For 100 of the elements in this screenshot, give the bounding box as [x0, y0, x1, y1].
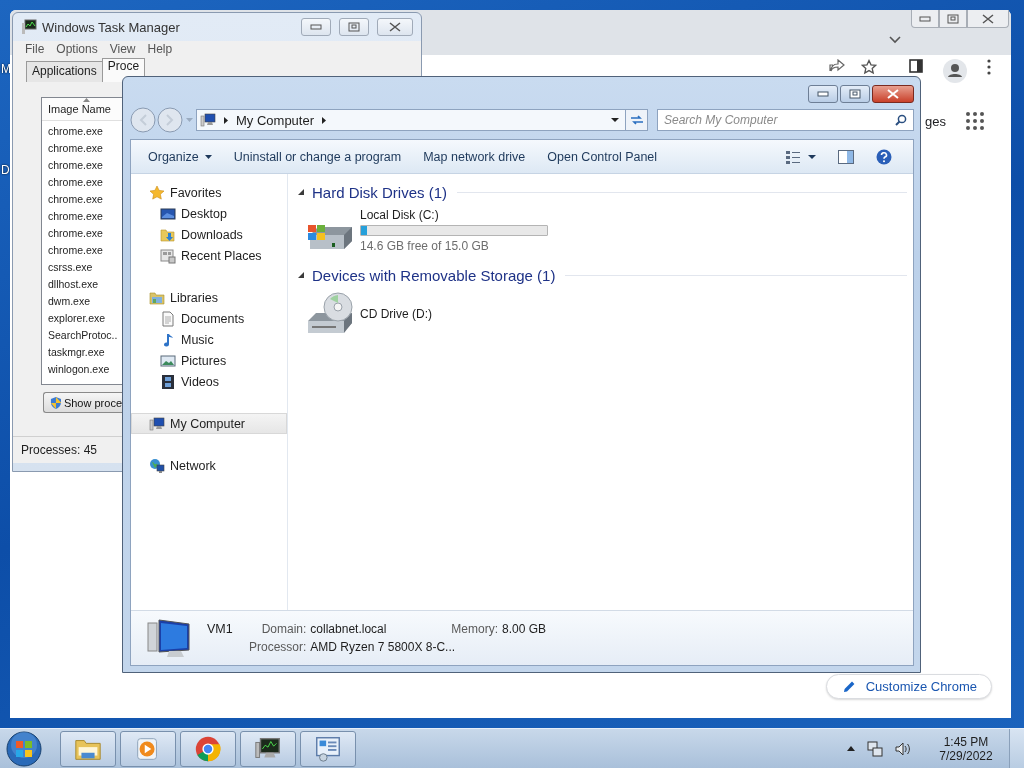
collapse-triangle-icon[interactable]	[298, 189, 304, 195]
menu-item[interactable]: File	[19, 42, 51, 56]
close-icon	[982, 13, 994, 24]
process-name[interactable]: chrome.exe	[42, 225, 122, 242]
clock-time: 1:45 PM	[943, 734, 989, 749]
customize-button[interactable]: Customize Chrome	[825, 674, 992, 699]
process-name[interactable]: dwm.exe	[42, 293, 122, 310]
search-field[interactable]: Search My Computer	[657, 109, 914, 131]
process-name[interactable]: chrome.exe	[42, 140, 122, 157]
show-hidden-icons-button[interactable]	[847, 746, 855, 751]
pencil-icon	[842, 680, 856, 693]
command-button[interactable]: Organize	[139, 146, 221, 167]
breadcrumb[interactable]: My Computer	[236, 112, 315, 128]
close-button[interactable]	[377, 18, 413, 36]
process-name[interactable]: chrome.exe	[42, 174, 122, 191]
computer-name: VM1	[207, 622, 234, 636]
menu-icon[interactable]	[987, 59, 991, 75]
chevron-right-icon[interactable]	[224, 116, 228, 124]
tab[interactable]: Applications	[26, 61, 103, 82]
free-space-text: 14.6 GB free of 15.0 GB	[360, 239, 490, 253]
command-button[interactable]: Uninstall or change a program	[224, 146, 411, 167]
close-button[interactable]	[872, 85, 914, 103]
drive-name[interactable]: CD Drive (D:)	[360, 307, 432, 321]
chevron-down-icon[interactable]	[889, 36, 901, 44]
nav-item[interactable]: Libraries	[131, 287, 287, 308]
menu-item[interactable]: Options	[50, 42, 104, 56]
minimize-icon	[310, 24, 322, 30]
close-icon	[887, 89, 899, 99]
field-label: Processor:	[249, 640, 307, 654]
minimize-button[interactable]	[808, 85, 838, 103]
process-name[interactable]: dllhost.exe	[42, 276, 122, 293]
column-title: Image Name	[48, 103, 111, 115]
nav-item[interactable]: Downloads	[131, 224, 287, 245]
avatar-icon[interactable]	[943, 59, 967, 83]
column-header[interactable]: Image Name	[42, 98, 122, 121]
search-icon[interactable]	[895, 114, 907, 126]
process-name[interactable]: taskmgr.exe	[42, 344, 122, 361]
view-options-icon	[786, 149, 816, 164]
nav-item[interactable]: Recent Places	[131, 245, 287, 266]
computer-icon	[200, 112, 216, 128]
nav-item[interactable]: Favorites	[131, 182, 287, 203]
chevron-right-icon[interactable]	[322, 116, 327, 124]
minimize-icon	[817, 91, 829, 97]
picture-icon	[160, 352, 176, 369]
refresh-icon	[629, 114, 644, 126]
command-button[interactable]: Map network drive	[414, 146, 535, 167]
group-header[interactable]: Devices with Removable Storage (1)	[312, 266, 556, 284]
share-icon[interactable]	[829, 59, 845, 73]
nav-item[interactable]: My Computer	[131, 413, 287, 434]
star-icon	[149, 184, 165, 201]
nav-item[interactable]: Pictures	[131, 350, 287, 371]
nav-item[interactable]: Network	[131, 455, 287, 476]
menu-item[interactable]: Help	[141, 42, 179, 56]
address-bar[interactable]: My Computer	[196, 109, 626, 131]
process-name[interactable]: chrome.exe	[42, 123, 122, 140]
process-name[interactable]: explorer.exe	[42, 310, 122, 327]
process-name[interactable]: winlogon.exe	[42, 361, 122, 378]
desktop-icon-label[interactable]: D	[1, 163, 10, 177]
process-name[interactable]: chrome.exe	[42, 191, 122, 208]
maximize-icon	[849, 89, 861, 99]
close-button[interactable]	[967, 10, 1009, 28]
apps-grid-icon[interactable]	[966, 112, 984, 130]
desktop-icon-label[interactable]: M	[1, 62, 11, 76]
folder-arrow-icon	[160, 226, 176, 243]
field-value: collabnet.local	[310, 622, 388, 636]
command-button[interactable]: Open Control Panel	[538, 146, 667, 167]
film-strip-icon	[160, 373, 176, 390]
maximize-icon	[947, 13, 959, 24]
nav-item[interactable]: Desktop	[131, 203, 287, 224]
start-button[interactable]	[6, 730, 42, 767]
maximize-icon	[348, 22, 360, 32]
process-name[interactable]: SearchProtoc..	[42, 327, 122, 344]
network-icon[interactable]	[867, 740, 883, 757]
group-header[interactable]: Hard Disk Drives (1)	[312, 183, 447, 201]
images-link[interactable]: ges	[925, 113, 946, 129]
dropdown-caret-icon[interactable]	[611, 118, 619, 122]
help-icon	[876, 148, 892, 165]
volume-icon[interactable]	[895, 741, 911, 756]
field-value: 8.00 GB	[502, 622, 547, 636]
sidebar-icon[interactable]	[909, 59, 923, 73]
computer-icon	[149, 415, 165, 432]
nav-item[interactable]: Documents	[131, 308, 287, 329]
computer-icon	[147, 617, 193, 659]
show-processes-button[interactable]: Show proce	[43, 392, 122, 413]
process-name[interactable]: chrome.exe	[42, 157, 122, 174]
star-icon[interactable]	[861, 59, 877, 75]
window-title: Windows Task Manager	[42, 19, 180, 35]
nav-item[interactable]: Videos	[131, 371, 287, 392]
nav-item[interactable]: Music	[131, 329, 287, 350]
maximize-button[interactable]	[840, 85, 870, 103]
taskbar-button[interactable]	[240, 730, 296, 767]
menu-item[interactable]: View	[103, 42, 142, 56]
refresh-button[interactable]	[626, 109, 648, 131]
drive-name[interactable]: Local Disk (C:)	[360, 208, 548, 222]
collapse-triangle-icon[interactable]	[298, 272, 304, 278]
process-name[interactable]: chrome.exe	[42, 242, 122, 259]
document-icon	[160, 310, 176, 327]
process-name[interactable]: csrss.exe	[42, 259, 122, 276]
process-name[interactable]: chrome.exe	[42, 208, 122, 225]
clock[interactable]: 1:45 PM 7/29/2022	[933, 734, 999, 763]
